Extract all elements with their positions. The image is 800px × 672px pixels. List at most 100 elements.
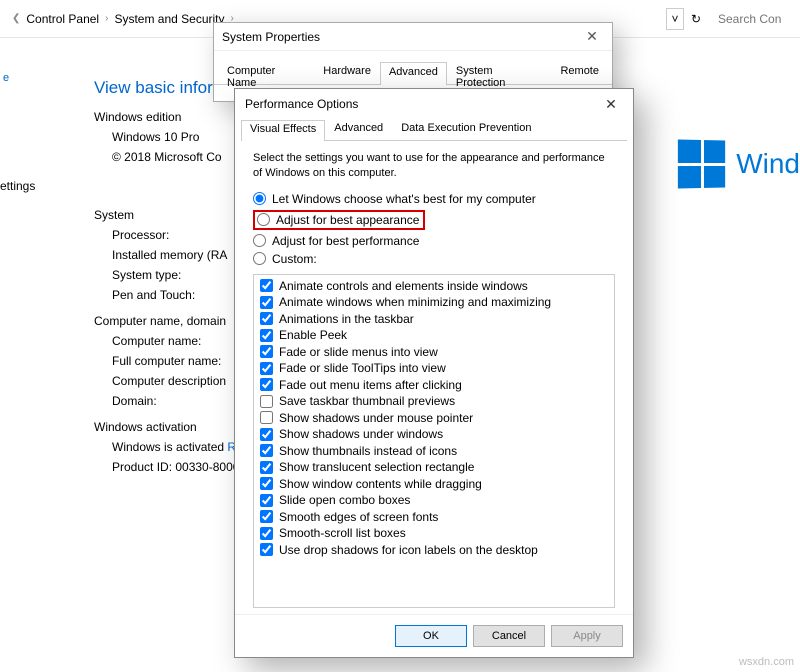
radio-let-windows[interactable]: Let Windows choose what's best for my co… xyxy=(253,192,615,206)
radio-custom[interactable]: Custom: xyxy=(253,252,615,266)
system-info-panel: View basic informa Windows edition Windo… xyxy=(94,78,257,480)
radio-input[interactable] xyxy=(253,234,266,247)
effect-label: Enable Peek xyxy=(279,328,347,342)
effect-checkbox[interactable] xyxy=(260,543,273,556)
effect-label: Animate windows when minimizing and maxi… xyxy=(279,295,551,309)
perf-tabs: Visual Effects Advanced Data Execution P… xyxy=(241,119,627,141)
section-activation: Windows activation xyxy=(94,420,257,434)
ok-button[interactable]: OK xyxy=(395,625,467,647)
effect-row[interactable]: Save taskbar thumbnail previews xyxy=(260,394,608,408)
description-text: Select the settings you want to use for … xyxy=(253,151,615,182)
effect-label: Slide open combo boxes xyxy=(279,493,410,507)
effect-row[interactable]: Use drop shadows for icon labels on the … xyxy=(260,543,608,557)
effect-label: Show shadows under mouse pointer xyxy=(279,411,473,425)
watermark: wsxdn.com xyxy=(739,656,794,668)
cancel-button[interactable]: Cancel xyxy=(473,625,545,647)
effect-checkbox[interactable] xyxy=(260,428,273,441)
sidebar-fragment: e xyxy=(3,72,9,84)
effect-row[interactable]: Slide open combo boxes xyxy=(260,493,608,507)
effect-label: Use drop shadows for icon labels on the … xyxy=(279,543,538,557)
effect-checkbox[interactable] xyxy=(260,279,273,292)
windows-logo: Wind xyxy=(678,140,800,188)
effect-row[interactable]: Animations in the taskbar xyxy=(260,312,608,326)
radio-label: Let Windows choose what's best for my co… xyxy=(272,192,536,206)
chevron-icon: › xyxy=(105,13,108,24)
effect-row[interactable]: Fade or slide menus into view xyxy=(260,345,608,359)
tab-hardware[interactable]: Hardware xyxy=(314,61,380,84)
effect-row[interactable]: Show thumbnails instead of icons xyxy=(260,444,608,458)
effects-checklist: Animate controls and elements inside win… xyxy=(253,274,615,608)
performance-options-dialog: Performance Options ✕ Visual Effects Adv… xyxy=(234,88,634,658)
crumb-system-security[interactable]: System and Security xyxy=(114,12,224,26)
tab-dep[interactable]: Data Execution Prevention xyxy=(392,119,540,140)
effect-label: Show thumbnails instead of icons xyxy=(279,444,457,458)
dialog-title: Performance Options xyxy=(245,97,599,111)
tab-remote[interactable]: Remote xyxy=(551,61,608,84)
effect-row[interactable]: Fade out menu items after clicking xyxy=(260,378,608,392)
radio-label: Custom: xyxy=(272,252,317,266)
close-icon[interactable]: ✕ xyxy=(580,28,604,45)
refresh-icon[interactable]: ↻ xyxy=(686,8,706,30)
effect-row[interactable]: Animate windows when minimizing and maxi… xyxy=(260,295,608,309)
address-dropdown[interactable]: ˅ xyxy=(666,8,684,30)
effect-row[interactable]: Show shadows under windows xyxy=(260,427,608,441)
effect-label: Show translucent selection rectangle xyxy=(279,460,474,474)
effect-label: Smooth-scroll list boxes xyxy=(279,526,406,540)
effect-row[interactable]: Smooth edges of screen fonts xyxy=(260,510,608,524)
effect-label: Animations in the taskbar xyxy=(279,312,414,326)
effect-row[interactable]: Smooth-scroll list boxes xyxy=(260,526,608,540)
effect-row[interactable]: Enable Peek xyxy=(260,328,608,342)
effect-label: Show window contents while dragging xyxy=(279,477,482,491)
effect-label: Smooth edges of screen fonts xyxy=(279,510,438,524)
dialog-title: System Properties xyxy=(222,30,580,44)
radio-best-appearance[interactable]: Adjust for best appearance xyxy=(257,213,419,227)
effect-label: Save taskbar thumbnail previews xyxy=(279,394,455,408)
effect-checkbox[interactable] xyxy=(260,362,273,375)
radio-label: Adjust for best appearance xyxy=(276,213,419,227)
effect-label: Fade out menu items after clicking xyxy=(279,378,462,392)
tab-advanced[interactable]: Advanced xyxy=(325,119,392,140)
effect-checkbox[interactable] xyxy=(260,494,273,507)
effect-checkbox[interactable] xyxy=(260,329,273,342)
effect-checkbox[interactable] xyxy=(260,444,273,457)
effect-checkbox[interactable] xyxy=(260,395,273,408)
highlight-box: Adjust for best appearance xyxy=(253,210,425,230)
radio-label: Adjust for best performance xyxy=(272,234,419,248)
effect-checkbox[interactable] xyxy=(260,477,273,490)
radio-input[interactable] xyxy=(257,213,270,226)
tab-visual-effects[interactable]: Visual Effects xyxy=(241,120,325,141)
apply-button[interactable]: Apply xyxy=(551,625,623,647)
effect-row[interactable]: Fade or slide ToolTips into view xyxy=(260,361,608,375)
effect-row[interactable]: Show shadows under mouse pointer xyxy=(260,411,608,425)
effect-checkbox[interactable] xyxy=(260,378,273,391)
effect-label: Fade or slide menus into view xyxy=(279,345,438,359)
sysprop-tabs: Computer Name Hardware Advanced System P… xyxy=(214,61,612,85)
close-icon[interactable]: ✕ xyxy=(599,96,623,113)
crumb-control-panel[interactable]: Control Panel xyxy=(26,12,99,26)
effect-checkbox[interactable] xyxy=(260,296,273,309)
effect-checkbox[interactable] xyxy=(260,345,273,358)
effect-checkbox[interactable] xyxy=(260,527,273,540)
windows-logo-icon xyxy=(678,139,725,188)
tab-advanced[interactable]: Advanced xyxy=(380,62,447,85)
effect-label: Show shadows under windows xyxy=(279,427,443,441)
tab-system-protection[interactable]: System Protection xyxy=(447,61,552,84)
sidebar-fragment: ettings xyxy=(0,179,35,193)
effect-row[interactable]: Animate controls and elements inside win… xyxy=(260,279,608,293)
section-domain: Computer name, domain xyxy=(94,314,257,328)
section-system: System xyxy=(94,208,257,222)
effect-checkbox[interactable] xyxy=(260,461,273,474)
radio-input[interactable] xyxy=(253,252,266,265)
effect-checkbox[interactable] xyxy=(260,312,273,325)
tab-computer-name[interactable]: Computer Name xyxy=(218,61,314,84)
radio-best-performance[interactable]: Adjust for best performance xyxy=(253,234,615,248)
dialog-buttons: OK Cancel Apply xyxy=(235,614,633,657)
radio-input[interactable] xyxy=(253,192,266,205)
effect-checkbox[interactable] xyxy=(260,411,273,424)
effect-label: Animate controls and elements inside win… xyxy=(279,279,528,293)
section-windows-edition: Windows edition xyxy=(94,110,257,124)
effect-row[interactable]: Show translucent selection rectangle xyxy=(260,460,608,474)
search-input[interactable] xyxy=(716,9,794,29)
effect-checkbox[interactable] xyxy=(260,510,273,523)
effect-row[interactable]: Show window contents while dragging xyxy=(260,477,608,491)
